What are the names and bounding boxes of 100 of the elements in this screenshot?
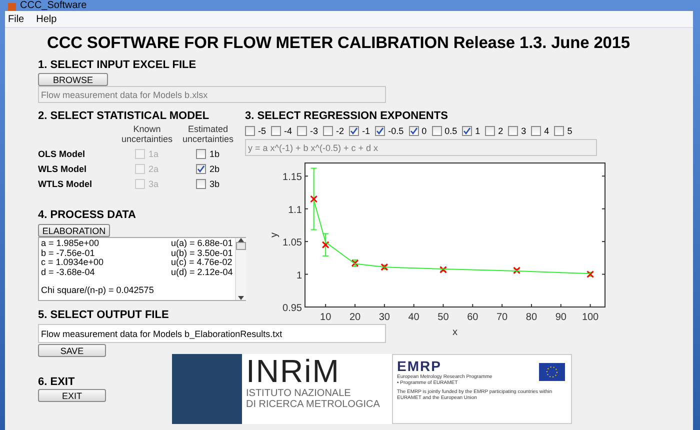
result-value: d = -3.68e-04 [41,268,96,277]
checkbox[interactable] [531,126,542,136]
x-tick-label: 40 [408,312,420,323]
x-tick-label: 100 [582,312,600,323]
y-tick-label: 1.15 [282,172,606,184]
checkbox[interactable] [271,126,282,136]
x-tick-label: 70 [496,312,508,323]
section-heading: 3. SELECT REGRESSION EXPONENTS [245,110,449,122]
checkbox-label: 3a [148,179,158,189]
result-value: a = 1.985e+00 [41,239,100,248]
section-heading: 5. SELECT OUTPUT FILE [38,309,169,321]
checkbox-label: 4 [544,126,550,136]
scroll-down-icon[interactable] [238,296,244,300]
checkbox[interactable] [432,126,442,136]
data-point [351,259,359,267]
result-value: c = 1.0934e+00 [41,258,105,268]
section-heading: 1. SELECT INPUT EXCEL FILE [38,59,198,71]
checkbox-label: 5 [567,126,572,136]
y-tick-label: 0.95 [282,303,302,314]
data-point [322,233,330,256]
result-uncertainty: u(c) = 4.76e-02 [171,258,233,268]
menu-item[interactable]: Help [36,14,57,24]
checkbox-label: 3 [521,126,526,136]
checkbox-label: -2 [336,126,344,136]
x-axis-label: x [452,327,458,337]
data-point [513,266,521,274]
x-tick-label: 30 [378,312,390,323]
y-tick-label: 1.1 [288,204,302,216]
checkbox-label: 2a [148,164,158,174]
checkbox[interactable] [349,126,360,136]
checkbox-label: -3 [310,126,318,136]
formula-field: y = a x^(-1) + b x^(-0.5) + c + d x [245,139,597,156]
y-tick-label: 1.05 [282,238,606,249]
checkbox[interactable] [408,126,419,136]
column-header: Known uncertainties [120,124,174,144]
result-uncertainty: u(b) = 3.50e-01 [171,248,233,258]
chi-square-text: Chi square/(n-p) = 0.042575 [41,286,155,296]
result-value: b = -7.56e-01 [41,248,96,258]
browse-button[interactable]: BROWSE [38,73,108,86]
data-point [586,270,594,278]
y-tick-label: 1 [296,270,606,282]
y-tick-label: 1 [296,270,302,282]
data-point [310,168,318,230]
result-uncertainty: u(a) = 6.88e-01 [171,239,233,248]
logo-text: DI RICERCA METROLOGICA [246,399,381,410]
checkbox-label: 2b [209,164,220,174]
checkbox[interactable] [196,179,206,189]
logo-name: EMRP [397,358,442,374]
x-tick-label: 50 [438,312,450,323]
checkbox[interactable] [485,126,496,136]
exit-button[interactable]: EXIT [38,389,106,402]
checkbox[interactable] [375,126,386,136]
x-tick-label: 80 [526,312,538,323]
output-file-field[interactable]: Flow measurement data for Models b_ElaborationResults.txt [38,324,386,343]
checkbox-label: 0.5 [444,126,458,136]
section-heading: 2. SELECT STATISTICAL MODEL [38,110,210,122]
checkbox[interactable] [323,126,334,136]
model-label: OLS Model [38,149,86,159]
result-uncertainty: u(d) = 2.12e-04 [171,268,233,277]
save-button[interactable]: SAVE [38,344,106,357]
logo-name: INRiM [246,354,341,388]
checkbox[interactable] [508,126,518,136]
checkbox-label: 1 [475,126,480,136]
y-tick-label: 1.15 [282,172,302,184]
flag-icon [539,363,565,381]
checkbox-label: -4 [284,126,292,136]
x-tick-label: 60 [467,312,479,323]
data-point [380,263,388,271]
y-tick-label: 1.1 [288,204,606,216]
model-label: WTLS Model [38,179,93,189]
checkbox[interactable] [196,164,206,174]
data-point [439,266,447,274]
logo-text: ISTITUTO NAZIONALE [246,388,352,399]
checkbox-label: 1b [209,149,220,159]
scrollbar-thumb[interactable] [236,242,246,250]
x-tick-label: 20 [349,312,361,323]
model-label: WLS Model [38,164,88,174]
checkbox-label: 2 [498,126,504,136]
app-icon [8,3,16,11]
y-axis-label: y [269,232,280,238]
checkbox[interactable] [297,126,308,136]
checkbox[interactable] [245,126,255,136]
window-title: CCC_Software [20,1,87,11]
checkbox[interactable] [554,126,564,136]
menu-item[interactable]: File [8,14,24,24]
checkbox-label: 1a [148,149,158,159]
column-header: Estimated uncertainties [181,124,235,144]
x-tick-label: 90 [555,312,567,323]
checkbox-label: -1 [362,126,370,136]
checkbox-label: 0 [422,126,427,136]
elaboration-button[interactable]: ELABORATION [38,224,110,237]
checkbox[interactable] [462,126,472,136]
checkbox-label: -5 [258,126,266,136]
section-heading: 4. PROCESS DATA [38,209,137,221]
section-heading: 6. EXIT [38,376,76,388]
checkbox[interactable] [196,149,206,159]
checkbox-label: -0.5 [388,126,404,136]
input-file-field: Flow measurement data for Models b.xlsx [38,86,386,103]
app-title: CCC SOFTWARE FOR FLOW METER CALIBRATION Release 1.3. June 2015 [47,34,631,53]
logo-block [172,354,242,424]
